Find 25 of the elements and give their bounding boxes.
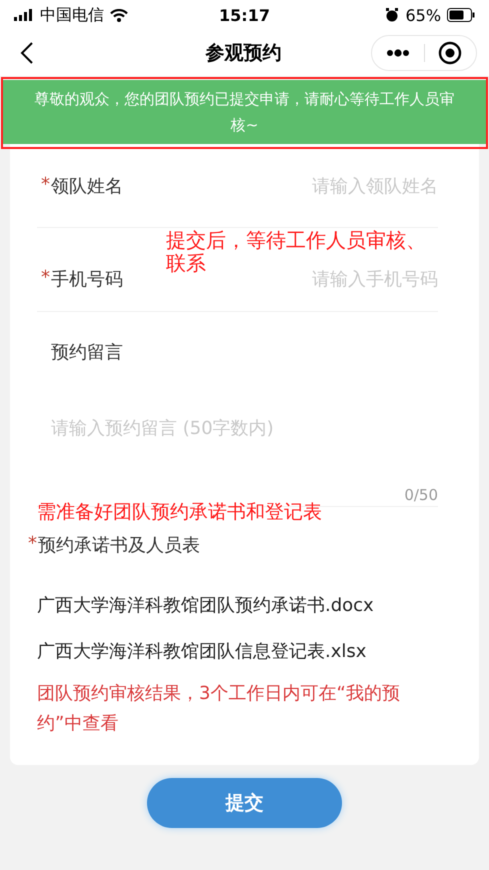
- clock-time: 15:17: [218, 6, 271, 24]
- battery-icon: [447, 8, 476, 22]
- char-counter: 0/50: [404, 486, 438, 504]
- page-title: 参观预约: [204, 41, 282, 66]
- required-asterisk: *: [27, 533, 37, 554]
- field-label: 手机号码: [51, 268, 123, 290]
- alarm-icon: [385, 8, 400, 22]
- field-label: 预约承诺书及人员表: [38, 534, 200, 557]
- review-note: 团队预约审核结果，3个工作日内可在“我的预约”中查看: [37, 682, 401, 736]
- field-label: 预约留言: [51, 341, 123, 364]
- more-icon[interactable]: [386, 49, 410, 57]
- signal-icon: [14, 9, 34, 21]
- close-target-icon[interactable]: [438, 41, 462, 65]
- file-link[interactable]: 广西大学海洋科教馆团队预约承诺书.docx: [37, 593, 374, 617]
- submit-button[interactable]: 提交: [147, 778, 342, 828]
- required-asterisk: *: [40, 266, 50, 288]
- file-link[interactable]: 广西大学海洋科教馆团队信息登记表.xlsx: [37, 639, 366, 663]
- back-icon[interactable]: [20, 41, 34, 65]
- annotation-text: 需准备好团队预约承诺书和登记表: [37, 500, 322, 525]
- battery-percent: 65%: [405, 6, 442, 24]
- required-asterisk: *: [40, 174, 50, 194]
- notice-banner: 尊敬的观众，您的团队预约已提交申请，请耐心等待工作人员审核~: [3, 80, 486, 144]
- wifi-icon: [110, 8, 128, 22]
- carrier-name: 中国电信: [40, 4, 104, 26]
- field-label: 领队姓名: [51, 174, 123, 198]
